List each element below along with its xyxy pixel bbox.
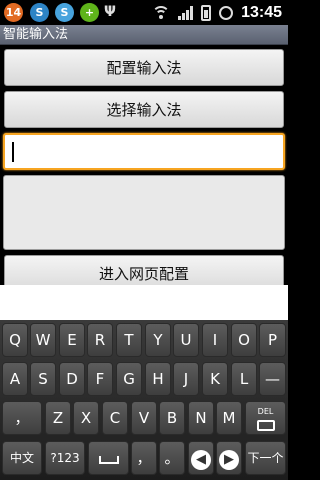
key-comma[interactable]: ， bbox=[131, 441, 157, 475]
cursor-left-key[interactable]: ◀ bbox=[188, 441, 214, 475]
key-z[interactable]: Z bbox=[45, 401, 71, 435]
signal-icon bbox=[178, 5, 194, 20]
space-icon bbox=[98, 456, 119, 464]
key-s[interactable]: S bbox=[30, 362, 56, 396]
key-period[interactable]: 。 bbox=[159, 441, 185, 475]
app-title: 智能输入法 bbox=[3, 27, 69, 42]
key-l[interactable]: L bbox=[231, 362, 257, 396]
key-w[interactable]: W bbox=[30, 323, 56, 357]
text-input[interactable] bbox=[3, 133, 285, 170]
s-app-icon-2: S bbox=[55, 3, 74, 22]
key-k[interactable]: K bbox=[202, 362, 228, 396]
key-h[interactable]: H bbox=[145, 362, 171, 396]
wifi-icon bbox=[152, 5, 171, 20]
delete-key[interactable]: DEL bbox=[245, 401, 286, 435]
key-dash[interactable]: — bbox=[259, 362, 286, 396]
key-q[interactable]: Q bbox=[2, 323, 28, 357]
key-c[interactable]: C bbox=[102, 401, 128, 435]
key-u[interactable]: U bbox=[173, 323, 199, 357]
green-cross-icon: + bbox=[80, 3, 99, 22]
key-g[interactable]: G bbox=[116, 362, 142, 396]
text-area[interactable] bbox=[3, 175, 285, 250]
key-comma-alt[interactable]: ， bbox=[2, 401, 42, 435]
key-t[interactable]: T bbox=[116, 323, 142, 357]
key-y[interactable]: Y bbox=[145, 323, 171, 357]
key-e[interactable]: E bbox=[59, 323, 85, 357]
text-cursor bbox=[12, 142, 14, 162]
key-o[interactable]: O bbox=[231, 323, 257, 357]
key-b[interactable]: B bbox=[159, 401, 185, 435]
content-background bbox=[0, 285, 288, 320]
key-m[interactable]: M bbox=[216, 401, 242, 435]
status-bar-right: 13:45 bbox=[152, 0, 288, 25]
app-content: 配置输入法 选择输入法 进入网页配置 bbox=[0, 45, 288, 295]
key-i[interactable]: I bbox=[202, 323, 228, 357]
key-v[interactable]: V bbox=[131, 401, 157, 435]
key-p[interactable]: P bbox=[259, 323, 286, 357]
symbols-key[interactable]: ?123 bbox=[45, 441, 85, 475]
app-title-bar: 智能输入法 bbox=[0, 25, 288, 45]
clock-time: 13:45 bbox=[241, 3, 282, 21]
delete-label: DEL bbox=[257, 407, 274, 416]
next-key[interactable]: 下一个 bbox=[245, 441, 286, 475]
notification-badge-icon: 14 bbox=[4, 3, 23, 22]
battery-icon bbox=[201, 4, 212, 21]
s-app-icon: S bbox=[30, 3, 49, 22]
key-x[interactable]: X bbox=[73, 401, 99, 435]
key-n[interactable]: N bbox=[188, 401, 214, 435]
left-arrow-icon: ◀ bbox=[191, 450, 211, 470]
key-f[interactable]: F bbox=[87, 362, 113, 396]
status-bar: 14 S S + Ψ 13:45 bbox=[0, 0, 288, 25]
language-switch-key[interactable]: 中文 bbox=[2, 441, 42, 475]
key-d[interactable]: D bbox=[59, 362, 85, 396]
space-key[interactable] bbox=[88, 441, 129, 475]
cursor-right-key[interactable]: ▶ bbox=[216, 441, 242, 475]
key-r[interactable]: R bbox=[87, 323, 113, 357]
select-ime-button[interactable]: 选择输入法 bbox=[4, 91, 284, 128]
configure-ime-button[interactable]: 配置输入法 bbox=[4, 49, 284, 86]
key-a[interactable]: A bbox=[2, 362, 28, 396]
backspace-icon bbox=[256, 420, 275, 431]
usb-icon: Ψ bbox=[104, 4, 116, 20]
key-j[interactable]: J bbox=[173, 362, 199, 396]
right-arrow-icon: ▶ bbox=[219, 450, 239, 470]
soft-keyboard: Q W E R T Y U I O P A S D F G H J K L — … bbox=[0, 320, 288, 480]
alarm-icon bbox=[219, 5, 234, 20]
